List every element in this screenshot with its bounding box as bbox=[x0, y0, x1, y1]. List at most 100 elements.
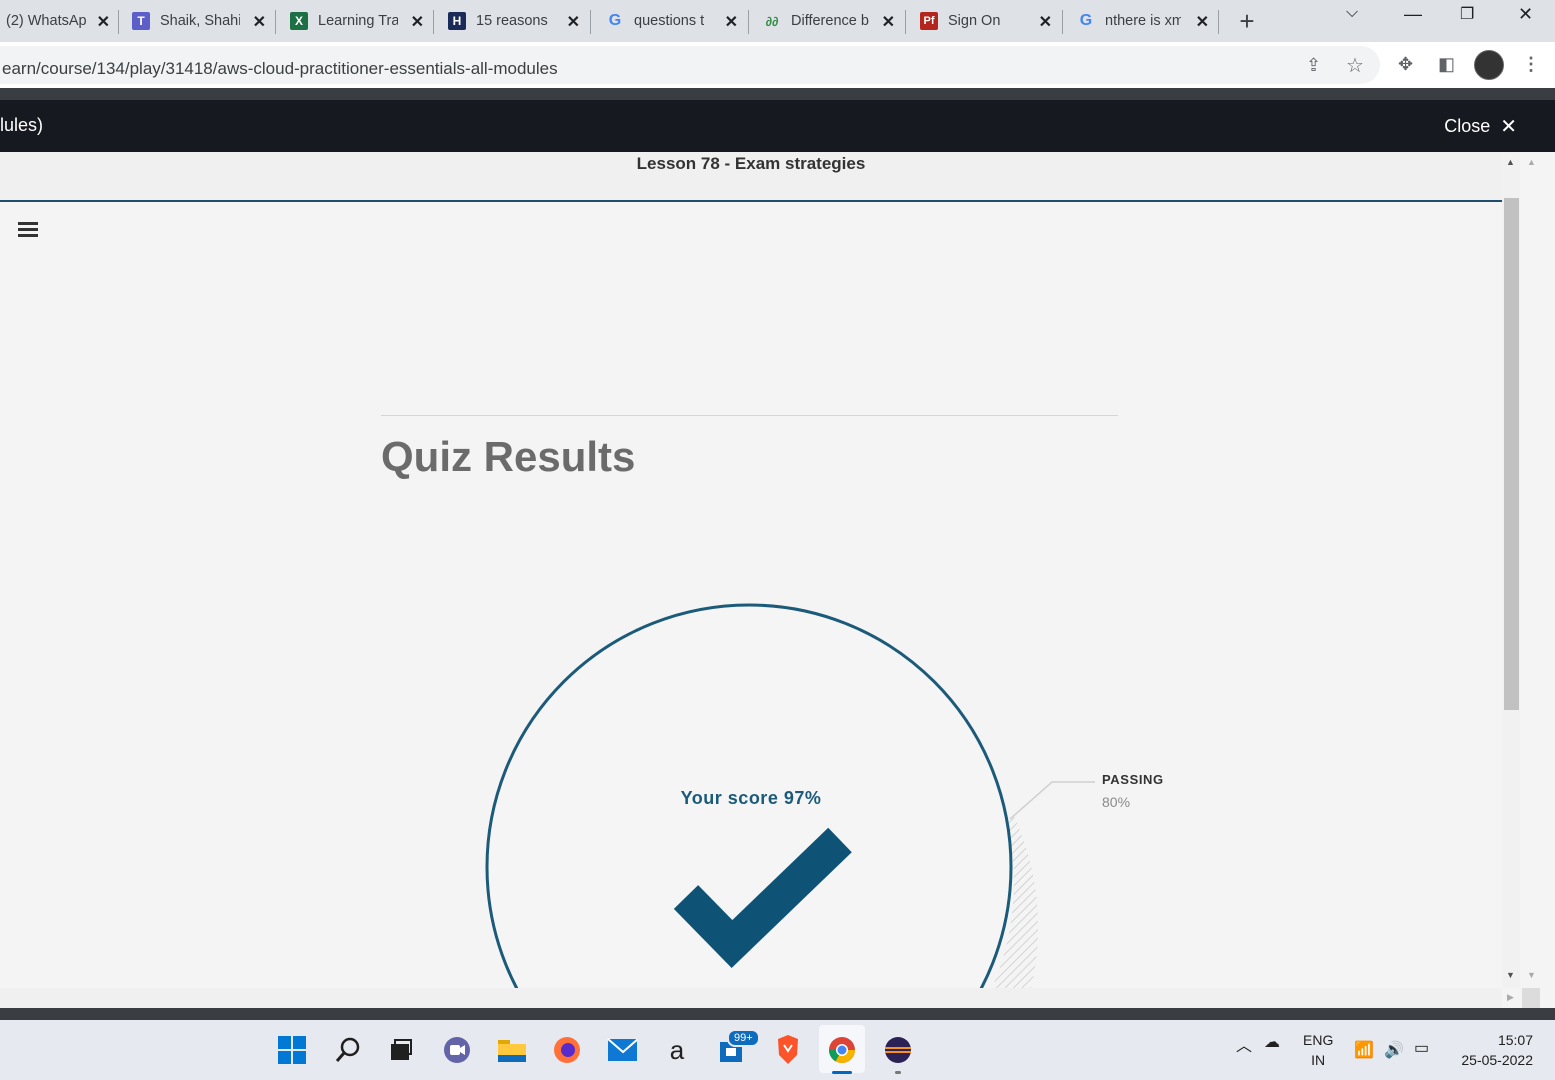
search-icon[interactable] bbox=[333, 1035, 363, 1065]
scrollbar-thumb[interactable] bbox=[1504, 198, 1519, 710]
running-app-indicator bbox=[895, 1071, 901, 1074]
tab-strip: (2) WhatsAp ✕ T Shaik, Shahi ✕ X Learnin… bbox=[0, 0, 1555, 42]
close-icon: ✕ bbox=[1500, 116, 1517, 138]
wifi-icon[interactable]: 📶 bbox=[1354, 1040, 1374, 1060]
lesson-title: Lesson 78 - Exam strategies bbox=[636, 154, 866, 173]
chat-icon[interactable] bbox=[442, 1035, 472, 1065]
page-bottom-border bbox=[0, 1008, 1555, 1020]
google-icon: G bbox=[608, 12, 622, 29]
language-code: ENG bbox=[1303, 1032, 1334, 1048]
new-tab-plus-icon[interactable]: + bbox=[1235, 6, 1259, 37]
tab-separator bbox=[748, 10, 749, 34]
tab-label: nthere is xm bbox=[1105, 13, 1181, 29]
close-icon[interactable]: ✕ bbox=[1196, 12, 1209, 32]
close-icon[interactable]: ✕ bbox=[882, 12, 895, 32]
tab-label: Shaik, Shahi bbox=[160, 13, 240, 29]
tab-separator bbox=[1062, 10, 1063, 34]
window-close-icon[interactable]: ✕ bbox=[1518, 4, 1533, 25]
active-app-indicator bbox=[832, 1071, 852, 1074]
menu-kebab-icon[interactable]: ⋮ bbox=[1522, 54, 1540, 75]
bookmark-star-icon[interactable]: ☆ bbox=[1346, 53, 1364, 78]
tab-search-chevron-icon[interactable]: ⌵ bbox=[1346, 4, 1358, 22]
notification-badge: 99+ bbox=[727, 1029, 760, 1047]
show-hidden-icons-chevron-icon[interactable]: ︿ bbox=[1236, 1032, 1252, 1056]
close-icon[interactable]: ✕ bbox=[1039, 12, 1052, 32]
mail-icon[interactable] bbox=[607, 1035, 637, 1065]
tab-reasons[interactable]: H 15 reasons w ✕ bbox=[448, 0, 586, 42]
firefox-icon[interactable] bbox=[552, 1035, 582, 1065]
clock-time: 15:07 bbox=[1497, 1032, 1533, 1048]
brave-icon[interactable] bbox=[773, 1035, 803, 1065]
lesson-content: Quiz Results Your score 97% PASSING 80% bbox=[0, 202, 1502, 988]
tab-separator bbox=[275, 10, 276, 34]
tab-label: (2) WhatsAp bbox=[6, 13, 86, 29]
region-code: IN bbox=[1311, 1052, 1326, 1068]
google-icon: G bbox=[1079, 12, 1093, 29]
outer-scroll-up-arrow-icon[interactable]: ▲ bbox=[1527, 157, 1536, 167]
scroll-right-arrow-icon[interactable]: ▶ bbox=[1507, 992, 1514, 1003]
tab-label: Learning Tra bbox=[318, 13, 398, 29]
share-icon[interactable]: ⇪ bbox=[1306, 55, 1321, 76]
tab-whatsapp[interactable]: (2) WhatsAp ✕ bbox=[6, 0, 116, 42]
chrome-icon[interactable] bbox=[827, 1035, 857, 1065]
close-label: Close bbox=[1444, 116, 1491, 136]
tab-nthere[interactable]: G nthere is xm ✕ bbox=[1077, 0, 1215, 42]
tab-teams[interactable]: T Shaik, Shahi ✕ bbox=[132, 0, 272, 42]
battery-icon[interactable]: ▭ bbox=[1414, 1038, 1429, 1058]
player-header: lules) Close ✕ bbox=[0, 100, 1555, 152]
outer-scroll-down-arrow-icon[interactable]: ▼ bbox=[1527, 970, 1536, 980]
tab-difference[interactable]: ∂∂ Difference b ✕ bbox=[763, 0, 901, 42]
side-panel-icon[interactable]: ◧ bbox=[1438, 54, 1455, 75]
tab-questions[interactable]: G questions to ✕ bbox=[606, 0, 744, 42]
tab-label: questions to bbox=[634, 13, 704, 29]
close-icon[interactable]: ✕ bbox=[567, 12, 580, 32]
extensions-puzzle-icon[interactable]: ✥ bbox=[1398, 54, 1413, 75]
tab-sign-on[interactable]: Pf Sign On ✕ bbox=[920, 0, 1058, 42]
task-view-icon[interactable] bbox=[386, 1035, 416, 1065]
language-indicator[interactable]: ENG IN bbox=[1303, 1030, 1333, 1070]
lesson-header: Lesson 78 - Exam strategies bbox=[0, 152, 1502, 202]
course-title: lules) bbox=[0, 115, 44, 135]
close-icon[interactable]: ✕ bbox=[97, 12, 110, 32]
eclipse-icon[interactable] bbox=[883, 1035, 913, 1065]
scroll-down-arrow-icon[interactable]: ▼ bbox=[1506, 970, 1515, 980]
volume-icon[interactable]: 🔊 bbox=[1384, 1040, 1404, 1060]
tab-separator bbox=[1218, 10, 1219, 34]
horizontal-scrollbar[interactable] bbox=[0, 988, 1502, 1008]
teams-icon: T bbox=[132, 12, 150, 30]
tab-separator bbox=[433, 10, 434, 34]
profile-avatar[interactable] bbox=[1474, 50, 1504, 80]
onedrive-cloud-icon[interactable]: ☁ bbox=[1264, 1032, 1280, 1052]
close-icon[interactable]: ✕ bbox=[725, 12, 738, 32]
windows-start-icon[interactable] bbox=[277, 1035, 307, 1065]
omnibox[interactable]: earn/course/134/play/31418/aws-cloud-pra… bbox=[0, 46, 1380, 84]
close-button[interactable]: Close ✕ bbox=[1444, 114, 1517, 139]
close-icon[interactable]: ✕ bbox=[253, 12, 266, 32]
toolbar: earn/course/134/play/31418/aws-cloud-pra… bbox=[0, 42, 1555, 88]
tab-separator bbox=[590, 10, 591, 34]
file-explorer-icon[interactable] bbox=[497, 1035, 527, 1065]
outer-scrollbar[interactable] bbox=[1520, 152, 1555, 988]
geeksforgeeks-icon: ∂∂ bbox=[765, 13, 779, 29]
clock-date: 25-05-2022 bbox=[1461, 1052, 1533, 1068]
restore-icon[interactable]: ❐ bbox=[1460, 4, 1474, 24]
tab-separator bbox=[118, 10, 119, 34]
close-icon[interactable]: ✕ bbox=[411, 12, 424, 32]
amazon-icon[interactable]: a bbox=[662, 1035, 692, 1065]
minimize-icon[interactable]: — bbox=[1404, 4, 1422, 25]
score-text: Your score 97% bbox=[680, 788, 822, 808]
tab-label: Difference b bbox=[791, 13, 869, 29]
result-graphic bbox=[485, 603, 1095, 988]
tab-excel[interactable]: X Learning Tra ✕ bbox=[290, 0, 430, 42]
scrollbar-corner bbox=[1522, 988, 1540, 1008]
tab-label: 15 reasons w bbox=[476, 13, 548, 29]
tab-separator bbox=[905, 10, 906, 34]
passing-value: 80% bbox=[1102, 794, 1131, 810]
tab-label: Sign On bbox=[948, 13, 1001, 29]
url-text: earn/course/134/play/31418/aws-cloud-pra… bbox=[2, 59, 558, 78]
h-logo-icon: H bbox=[448, 12, 466, 30]
clock[interactable]: 15:07 25-05-2022 bbox=[1461, 1030, 1533, 1070]
taskbar: a 99+ ︿ ☁ ENG IN 📶 🔊 ▭ 15:07 25-05-2022 bbox=[0, 1020, 1555, 1080]
excel-icon: X bbox=[290, 12, 308, 30]
scroll-up-arrow-icon[interactable]: ▲ bbox=[1506, 157, 1515, 167]
